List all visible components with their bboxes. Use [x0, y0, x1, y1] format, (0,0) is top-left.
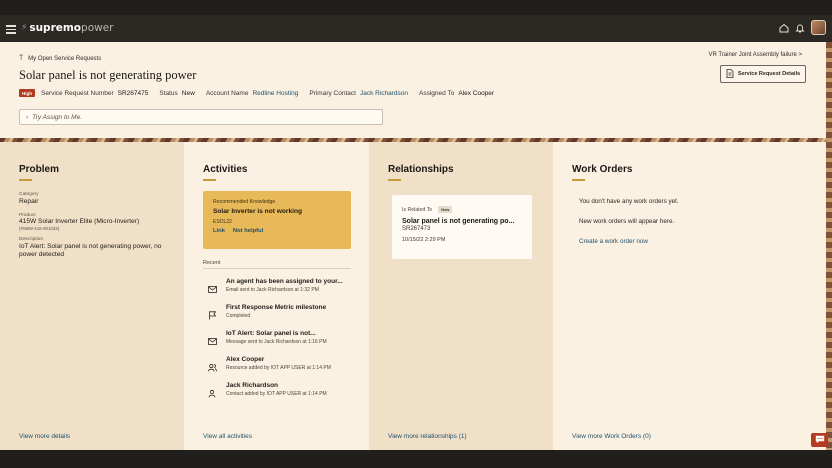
back-to-list-link[interactable]: 🡑 My Open Service Requests	[19, 52, 101, 66]
chat-icon	[815, 431, 825, 449]
knowledge-label: Recommended Knowledge	[213, 199, 276, 205]
chevron-right-icon: ›	[26, 113, 29, 121]
next-request-link[interactable]: VR Trainer Joint Assembly failure >	[708, 52, 802, 58]
description-value: IoT Alert: Solar panel is not generating…	[19, 243, 162, 258]
status-label: Status	[159, 89, 178, 97]
relationships-heading: Relationships	[388, 164, 454, 175]
bolt-icon: ⚡	[21, 23, 28, 33]
bottom-bar	[0, 450, 832, 468]
activity-subtitle: Contact added by IOT APP USER at 1:14 PM	[226, 390, 327, 397]
product-code: (#SBW-415-001033)	[19, 226, 60, 231]
knowledge-code: ESOL22	[213, 219, 232, 225]
brand-logo[interactable]: ⚡ supremo power	[21, 22, 114, 34]
activity-item[interactable]: First Response Metric milestone Complete…	[203, 304, 353, 326]
category-label: Category	[19, 192, 39, 197]
assign-placeholder: Try Assign to Me.	[32, 113, 83, 121]
details-button-label: Service Request Details	[737, 71, 801, 77]
top-icons	[779, 20, 826, 35]
priority-badge: High	[19, 89, 35, 97]
divider	[203, 268, 351, 269]
knowledge-title: Solar Inverter is not working	[213, 208, 303, 215]
category-value: Repair	[19, 198, 39, 205]
activity-title: First Response Metric milestone	[226, 304, 327, 311]
decorative-side-stripe	[826, 42, 832, 450]
status-badge: New	[438, 206, 453, 213]
assigned-label: Assigned To	[419, 89, 455, 97]
flag-icon	[208, 307, 217, 320]
arrow-up-icon: 🡑	[19, 53, 24, 62]
activity-title: Alex Cooper	[226, 356, 265, 363]
create-work-order-link[interactable]: Create a work order now	[579, 238, 648, 245]
related-title: Solar panel is not generating po...	[402, 218, 515, 225]
related-request-card[interactable]: Is Related To New Solar panel is not gen…	[392, 195, 532, 259]
status-value: New	[181, 89, 195, 97]
heading-underline	[19, 179, 32, 181]
problem-panel: Problem Category Repair Product 415W Sol…	[0, 142, 184, 450]
account-link[interactable]: Redline Hosting	[252, 90, 298, 97]
knowledge-link[interactable]: Link	[213, 228, 225, 234]
view-more-work-orders-link[interactable]: View more Work Orders (0)	[572, 433, 651, 440]
hamburger-icon[interactable]	[6, 25, 16, 34]
home-icon[interactable]	[779, 23, 789, 33]
heading-underline	[572, 179, 585, 181]
activity-item[interactable]: IoT Alert: Solar panel is not... Message…	[203, 330, 353, 352]
heading-underline	[203, 179, 216, 181]
work-orders-heading: Work Orders	[572, 164, 633, 175]
person-icon	[208, 385, 217, 398]
heading-underline	[388, 179, 401, 181]
contact-link[interactable]: Jack Richardson	[360, 90, 408, 97]
related-number: SR267473	[402, 226, 431, 232]
activity-subtitle: Completed	[226, 312, 251, 319]
back-label: My Open Service Requests	[28, 56, 102, 62]
document-icon	[726, 68, 734, 80]
relation-label: Is Related To	[402, 206, 433, 213]
page-title: Solar panel is not generating power	[19, 68, 197, 82]
mail-icon	[208, 281, 217, 293]
assign-input[interactable]: › Try Assign to Me.	[19, 109, 383, 125]
activities-heading: Activities	[203, 164, 248, 175]
avatar[interactable]	[811, 20, 826, 35]
view-all-activities-link[interactable]: View all activities	[203, 433, 252, 440]
activity-item[interactable]: An agent has been assigned to your... Em…	[203, 278, 353, 300]
bell-icon[interactable]	[795, 23, 805, 33]
activity-subtitle: Resource added by IOT APP USER at 1:14 P…	[226, 364, 331, 371]
chat-button[interactable]	[811, 433, 828, 447]
activity-title: Jack Richardson	[226, 382, 279, 389]
not-helpful-link[interactable]: Not helpful	[233, 228, 263, 234]
empty-state-line: New work orders will appear here.	[579, 218, 675, 225]
sr-number-label: Service Request Number	[41, 89, 114, 97]
top-navigation-bar: ⚡ supremo power	[0, 15, 832, 42]
related-datetime: 10/15/22 2:29 PM	[402, 237, 446, 243]
recommended-knowledge-card[interactable]: Recommended Knowledge Solar Inverter is …	[203, 191, 351, 249]
activity-subtitle: Message sent to Jack Richardson at 1:16 …	[226, 338, 327, 345]
account-label: Account Name	[205, 89, 249, 97]
activities-panel: Activities Recommended Knowledge Solar I…	[184, 142, 369, 450]
view-more-relationships-link[interactable]: View more relationships (1)	[388, 433, 467, 440]
view-more-details-link[interactable]: View more details	[19, 433, 70, 440]
empty-state-line: You don't have any work orders yet.	[579, 198, 679, 205]
people-icon	[208, 359, 217, 372]
description-label: Description	[19, 237, 43, 242]
panels: Problem Category Repair Product 415W Sol…	[0, 142, 826, 450]
service-request-page: 🡑 My Open Service Requests VR Trainer Jo…	[0, 42, 832, 450]
problem-heading: Problem	[19, 164, 60, 175]
service-request-details-button[interactable]: Service Request Details	[720, 65, 806, 83]
activity-item[interactable]: Alex Cooper Resource added by IOT APP US…	[203, 356, 353, 378]
activity-subtitle: Email sent to Jack Richardson at 1:32 PM	[226, 286, 319, 293]
contact-label: Primary Contact	[309, 89, 356, 97]
activity-item[interactable]: Jack Richardson Contact added by IOT APP…	[203, 382, 353, 404]
mail-icon	[208, 333, 217, 345]
assigned-value: Alex Cooper	[458, 89, 495, 97]
recent-label: Recent	[203, 260, 221, 266]
activity-title: IoT Alert: Solar panel is not...	[226, 330, 316, 337]
page-header: 🡑 My Open Service Requests VR Trainer Jo…	[0, 42, 832, 139]
work-orders-panel: Work Orders You don't have any work orde…	[553, 142, 826, 450]
product-value: 415W Solar Inverter Elite (Micro-Inverte…	[19, 218, 140, 225]
relationships-panel: Relationships Is Related To New Solar pa…	[369, 142, 553, 450]
activity-title: An agent has been assigned to your...	[226, 278, 343, 285]
sr-number-value: SR267475	[117, 89, 149, 97]
request-meta: High Service Request Number SR267475 Sta…	[19, 89, 494, 97]
